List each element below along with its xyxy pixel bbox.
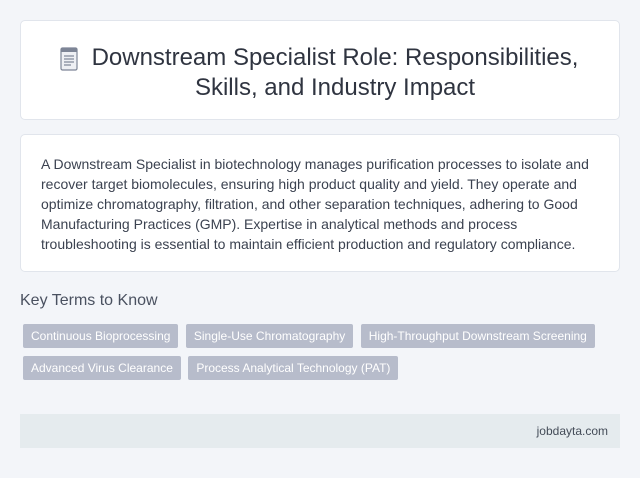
footer-site-link[interactable]: jobdayta.com [537, 424, 608, 438]
key-terms-tags: Continuous Bioprocessing Single-Use Chro… [23, 324, 603, 388]
tag-process-analytical-technology[interactable]: Process Analytical Technology (PAT) [188, 356, 399, 380]
title-line-1: Downstream Specialist Role: Responsibili… [91, 44, 579, 71]
footer: jobdayta.com [20, 414, 620, 448]
header-card: Downstream Specialist Role: Responsibili… [20, 20, 620, 120]
key-terms-heading: Key Terms to Know [20, 292, 158, 309]
intro-card: A Downstream Specialist in biotechnology… [20, 134, 620, 272]
tag-single-use-chromatography[interactable]: Single-Use Chromatography [185, 324, 354, 348]
tag-high-throughput-screening[interactable]: High-Throughput Downstream Screening [360, 324, 595, 348]
tag-advanced-virus-clearance[interactable]: Advanced Virus Clearance [23, 356, 181, 380]
tag-continuous-bioprocessing[interactable]: Continuous Bioprocessing [23, 324, 179, 348]
intro-text: A Downstream Specialist in biotechnology… [41, 156, 589, 252]
page-title: Downstream Specialist Role: Responsibili… [21, 43, 619, 103]
title-line-2: Skills, and Industry Impact [194, 74, 476, 101]
